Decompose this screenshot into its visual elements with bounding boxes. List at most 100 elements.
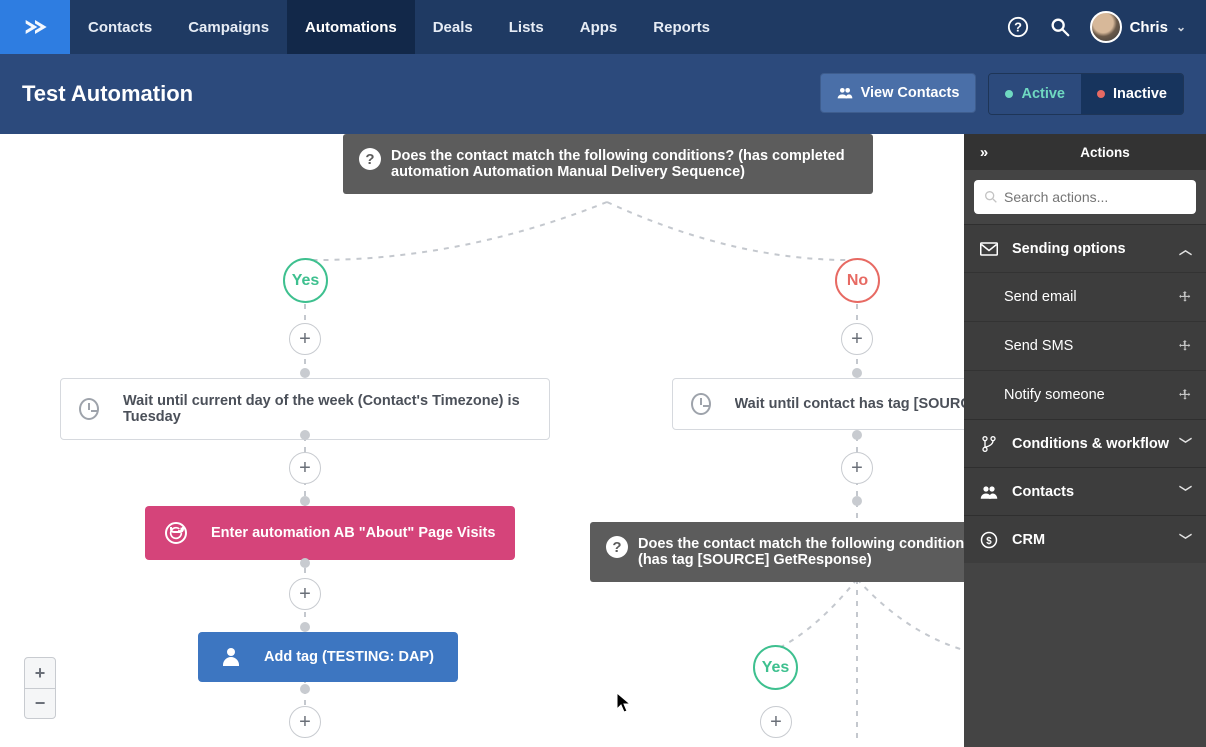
chevron-down-icon: ﹀ xyxy=(1179,482,1192,501)
subheader-actions: View Contacts Active Inactive xyxy=(820,73,1184,115)
add-node-button[interactable]: + xyxy=(760,706,792,738)
connector-dot xyxy=(300,368,310,378)
user-menu[interactable]: Chris ⌄ xyxy=(1090,11,1186,43)
category-conditions-workflow[interactable]: Conditions & workflow ﹀ xyxy=(964,419,1206,467)
action-label: Send SMS xyxy=(1004,338,1073,354)
people-icon xyxy=(837,85,853,101)
status-active-button[interactable]: Active xyxy=(989,74,1081,114)
avatar xyxy=(1090,11,1122,43)
category-label: CRM xyxy=(1012,532,1045,548)
app-logo[interactable] xyxy=(0,0,70,54)
question-icon: ? xyxy=(606,536,628,558)
view-contacts-button[interactable]: View Contacts xyxy=(820,73,977,113)
zoom-controls: + − xyxy=(24,657,56,719)
action-send-sms[interactable]: Send SMS xyxy=(964,321,1206,370)
add-node-button[interactable]: + xyxy=(289,706,321,738)
wait-node-right[interactable]: Wait until contact has tag [SOURCE] GetR… xyxy=(672,378,964,430)
action-label: Notify someone xyxy=(1004,387,1105,403)
action-label: Send email xyxy=(1004,289,1077,305)
panel-title: Actions xyxy=(1004,145,1206,160)
condition-node-1[interactable]: ? Does the contact match the following c… xyxy=(343,134,873,194)
top-nav: Contacts Campaigns Automations Deals Lis… xyxy=(0,0,1206,54)
collapse-panel-button[interactable]: » xyxy=(964,144,1004,161)
status-active-label: Active xyxy=(1021,86,1065,102)
nav-items: Contacts Campaigns Automations Deals Lis… xyxy=(70,0,728,54)
view-contacts-label: View Contacts xyxy=(861,85,960,101)
search-actions-input[interactable] xyxy=(974,180,1196,214)
connector-dot xyxy=(300,496,310,506)
nav-apps[interactable]: Apps xyxy=(562,0,636,54)
people-icon xyxy=(978,484,1000,500)
add-node-button[interactable]: + xyxy=(289,323,321,355)
refresh-icon xyxy=(165,522,187,544)
page-title: Test Automation xyxy=(22,81,193,107)
panel-header: » Actions xyxy=(964,134,1206,170)
connector-dot xyxy=(852,430,862,440)
action-notify-someone[interactable]: Notify someone xyxy=(964,370,1206,419)
user-icon xyxy=(222,648,240,666)
add-node-button[interactable]: + xyxy=(289,578,321,610)
nav-campaigns[interactable]: Campaigns xyxy=(170,0,287,54)
nav-reports[interactable]: Reports xyxy=(635,0,728,54)
add-node-button[interactable]: + xyxy=(841,323,873,355)
category-label: Contacts xyxy=(1012,484,1074,500)
branch-no[interactable]: No xyxy=(835,258,880,303)
add-node-button[interactable]: + xyxy=(289,452,321,484)
condition-node-2[interactable]: ? Does the contact match the following c… xyxy=(590,522,964,582)
connector-lines: .dash{stroke:#c4c8ce;stroke-width:2;stro… xyxy=(0,134,964,747)
chevron-logo-icon xyxy=(21,13,49,41)
add-tag-node[interactable]: Add tag (TESTING: DAP) xyxy=(198,632,458,682)
nav-lists[interactable]: Lists xyxy=(491,0,562,54)
sub-header: Test Automation View Contacts Active Ina… xyxy=(0,54,1206,134)
nav-right: ? Chris ⌄ xyxy=(1006,0,1206,54)
condition-2-text: Does the contact match the following con… xyxy=(638,536,964,568)
category-label: Sending options xyxy=(1012,241,1126,257)
wait-right-text: Wait until contact has tag [SOURCE] GetR… xyxy=(735,396,964,412)
branch-yes-2[interactable]: Yes xyxy=(753,645,798,690)
connector-dot xyxy=(300,622,310,632)
branch-yes[interactable]: Yes xyxy=(283,258,328,303)
search-icon xyxy=(983,189,999,205)
help-icon[interactable]: ? xyxy=(1006,15,1030,39)
status-dot-inactive xyxy=(1097,90,1105,98)
enter-automation-text: Enter automation AB "About" Page Visits xyxy=(211,525,495,541)
status-inactive-button[interactable]: Inactive xyxy=(1081,74,1183,114)
connector-dot xyxy=(300,430,310,440)
chevron-down-icon: ﹀ xyxy=(1179,530,1192,549)
zoom-in-button[interactable]: + xyxy=(25,658,55,688)
zoom-out-button[interactable]: − xyxy=(25,688,55,718)
enter-automation-node[interactable]: Enter automation AB "About" Page Visits xyxy=(145,506,515,560)
category-label: Conditions & workflow xyxy=(1012,436,1169,452)
drag-handle-icon xyxy=(1178,388,1192,402)
status-dot-active xyxy=(1005,90,1013,98)
add-node-button[interactable]: + xyxy=(841,452,873,484)
category-contacts[interactable]: Contacts ﹀ xyxy=(964,467,1206,515)
automation-canvas[interactable]: .dash{stroke:#c4c8ce;stroke-width:2;stro… xyxy=(0,134,964,747)
nav-contacts[interactable]: Contacts xyxy=(70,0,170,54)
add-tag-text: Add tag (TESTING: DAP) xyxy=(264,649,434,665)
chevron-up-icon: ︿ xyxy=(1179,239,1192,258)
chevron-down-icon: ⌄ xyxy=(1176,20,1186,34)
dollar-icon: $ xyxy=(978,531,1000,549)
actions-panel: » Actions Sending options ︿ Send email S… xyxy=(964,134,1206,747)
status-toggle: Active Inactive xyxy=(988,73,1184,115)
connector-dot xyxy=(300,684,310,694)
action-send-email[interactable]: Send email xyxy=(964,272,1206,321)
status-inactive-label: Inactive xyxy=(1113,86,1167,102)
svg-text:$: $ xyxy=(986,535,992,546)
connector-dot xyxy=(300,558,310,568)
nav-deals[interactable]: Deals xyxy=(415,0,491,54)
search-icon[interactable] xyxy=(1048,15,1072,39)
svg-text:?: ? xyxy=(1014,20,1022,35)
category-sending-options[interactable]: Sending options ︿ xyxy=(964,224,1206,272)
connector-dot xyxy=(852,368,862,378)
mouse-cursor-icon xyxy=(616,692,632,714)
clock-icon xyxy=(79,398,99,420)
connector-dot xyxy=(852,496,862,506)
panel-search xyxy=(964,170,1206,224)
drag-handle-icon xyxy=(1178,290,1192,304)
chevron-down-icon: ﹀ xyxy=(1179,434,1192,453)
category-crm[interactable]: $ CRM ﹀ xyxy=(964,515,1206,563)
nav-automations[interactable]: Automations xyxy=(287,0,415,54)
user-name: Chris xyxy=(1130,19,1168,36)
